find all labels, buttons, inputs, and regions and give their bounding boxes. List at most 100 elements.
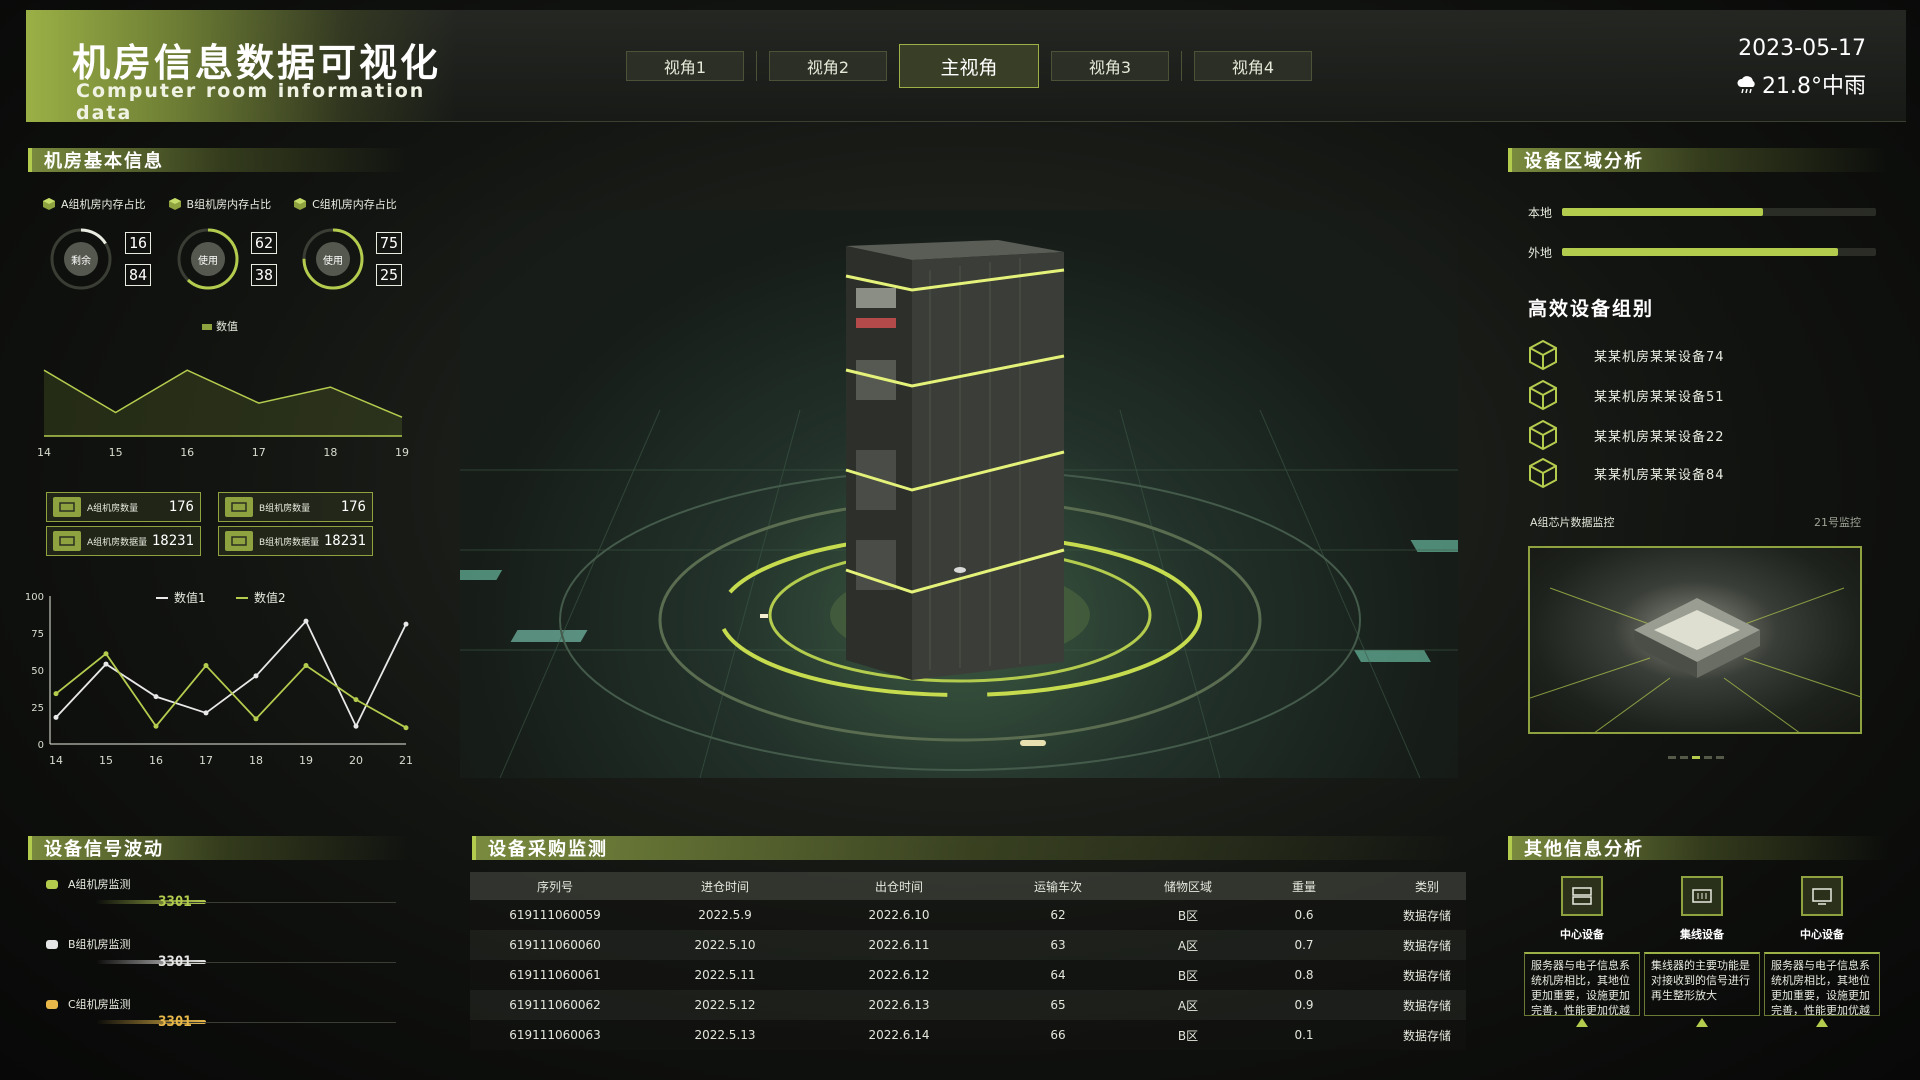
- data-point: [403, 725, 409, 731]
- carousel-dot[interactable]: [1716, 756, 1724, 759]
- tab-view-2[interactable]: 视角2: [769, 51, 887, 81]
- section-other-title: 其他信息分析: [1508, 836, 1888, 860]
- date-display: 2023-05-17: [1738, 36, 1866, 61]
- cube-icon: [1529, 457, 1557, 489]
- x-tick-label: 14: [37, 446, 51, 459]
- table-cell: 0.6: [1294, 908, 1314, 922]
- legend-a: A组机房内存占比: [42, 196, 146, 212]
- tab-view-4[interactable]: 视角4: [1194, 51, 1312, 81]
- signal-c: C组机房监测 3301: [46, 996, 396, 1030]
- device-icon: [53, 497, 81, 517]
- table-cell: 2022.6.13: [868, 998, 930, 1012]
- table-cell: 619111060062: [509, 998, 601, 1012]
- table-row[interactable]: 619111060063 2022.5.13 2022.6.14 66 B区 0.1 数据存…: [470, 1020, 1466, 1050]
- ring-c-top: 75: [376, 232, 402, 254]
- memory-ring: 剩余: [48, 226, 114, 292]
- cloud-rain-icon: [1737, 76, 1755, 94]
- cube-icon: [1529, 339, 1557, 371]
- data-point: [353, 723, 359, 729]
- column-header: 重量: [1291, 879, 1316, 894]
- table-cell: 2022.5.11: [694, 968, 756, 982]
- list-item[interactable]: 某某机房某某设备74: [1526, 338, 1725, 372]
- section-basic-info-title: 机房基本信息: [28, 148, 408, 172]
- table-cell: 0.8: [1294, 968, 1314, 982]
- other-item[interactable]: 中心设备 服务器与电子信息系统机房相比，其地位更加重要，设施更加完善，性能更加优…: [1764, 876, 1880, 1027]
- tab-view-3[interactable]: 视角3: [1051, 51, 1169, 81]
- stat-a-data: A组机房数据量 18231: [46, 526, 201, 556]
- view-tabs: 视角1 视角2 主视角 视角3 视角4: [626, 44, 1312, 88]
- list-item[interactable]: 某某机房某某设备22: [1526, 418, 1725, 452]
- x-tick-label: 16: [149, 754, 163, 767]
- table-row[interactable]: 619111060060 2022.5.10 2022.6.11 63 A区 0.7 数据存…: [470, 930, 1466, 960]
- table-cell: 65: [1050, 998, 1066, 1012]
- carousel-dot[interactable]: [1680, 756, 1688, 759]
- carousel-dot[interactable]: [1668, 756, 1676, 759]
- stat-a-count: A组机房数量 176: [46, 492, 201, 522]
- carousel-dots[interactable]: [1668, 756, 1724, 759]
- list-item[interactable]: 某某机房某某设备51: [1526, 378, 1725, 412]
- carousel-dot[interactable]: [1704, 756, 1712, 759]
- server-rack-scene[interactable]: [460, 210, 1458, 778]
- signal-a: A组机房监测 3301: [46, 876, 396, 910]
- weather-text: 21.8°中雨: [1762, 74, 1866, 99]
- data-point: [203, 663, 209, 669]
- other-item[interactable]: 集线设备 集线器的主要功能是对接收到的信号进行再生整形放大: [1644, 876, 1760, 1027]
- tab-main-view[interactable]: 主视角: [899, 44, 1039, 88]
- table-cell: 2022.6.12: [868, 968, 930, 982]
- device-group-title: 高效设备组别: [1528, 298, 1655, 320]
- table-cell: 0.9: [1294, 998, 1314, 1012]
- data-point: [253, 673, 259, 679]
- table-cell: 619111060061: [509, 968, 601, 982]
- chip-monitor-id: 21号监控: [1814, 516, 1861, 529]
- memory-ring: 使用: [300, 226, 366, 292]
- area-fill: [44, 370, 402, 436]
- other-item[interactable]: 中心设备 服务器与电子信息系统机房相比，其地位更加重要，设施更加完善，性能更加优…: [1524, 876, 1640, 1027]
- carousel-dot[interactable]: [1692, 756, 1700, 759]
- tab-view-1[interactable]: 视角1: [626, 51, 744, 81]
- table-row[interactable]: 619111060062 2022.5.12 2022.6.13 65 A区 0.9 数据存…: [470, 990, 1466, 1020]
- tab-divider: [756, 51, 757, 81]
- table-cell: 0.1: [1294, 1028, 1314, 1042]
- ring-center-label: 使用: [191, 242, 225, 276]
- chip-monitor-image[interactable]: [1528, 546, 1862, 734]
- list-item[interactable]: 某某机房某某设备84: [1526, 456, 1725, 490]
- signal-track: [166, 902, 396, 903]
- section-procurement-title: 设备采购监测: [472, 836, 1462, 860]
- table-cell: A区: [1177, 998, 1199, 1013]
- legend-c: C组机房内存占比: [293, 196, 397, 212]
- table-cell: 2022.5.13: [694, 1028, 756, 1042]
- x-tick-label: 16: [180, 446, 194, 459]
- table-cell: 数据存储: [1402, 938, 1451, 953]
- table-cell: B区: [1177, 1028, 1199, 1043]
- hub-icon: [1681, 876, 1723, 916]
- table-cell: 数据存储: [1402, 968, 1451, 983]
- table-row[interactable]: 619111060059 2022.5.9 2022.6.10 62 B区 0.6 数据存储: [470, 900, 1466, 930]
- region-bar-local: [1562, 208, 1876, 216]
- region-fill: [1562, 208, 1763, 216]
- stat-b-count: B组机房数量 176: [218, 492, 373, 522]
- x-tick-label: 15: [109, 446, 123, 459]
- chip-monitor-label: A组芯片数据监控: [1530, 516, 1615, 529]
- table-cell: 数据存储: [1402, 908, 1451, 923]
- y-tick-label: 50: [31, 666, 44, 677]
- cube-icon: [168, 198, 181, 210]
- data-point: [153, 723, 159, 729]
- table-cell: 2022.5.10: [694, 938, 756, 952]
- ring-a-bottom: 84: [125, 264, 151, 286]
- ring-legend: A组机房内存占比 B组机房内存占比 C组机房内存占比: [42, 196, 397, 212]
- series-line-1: [55, 619, 407, 729]
- table-cell: 62: [1050, 908, 1066, 922]
- monitor-icon: [1801, 876, 1843, 916]
- table-cell: B区: [1177, 908, 1199, 923]
- memory-ring: 使用: [175, 226, 241, 292]
- y-tick-label: 25: [31, 703, 44, 714]
- data-point: [253, 716, 259, 722]
- caret-up-icon: [1696, 1018, 1708, 1027]
- table-cell: 数据存储: [1402, 1028, 1451, 1043]
- x-tick-label: 19: [299, 754, 313, 767]
- server-icon: [1561, 876, 1603, 916]
- caret-up-icon: [1576, 1018, 1588, 1027]
- legend-b: B组机房内存占比: [168, 196, 271, 212]
- table-cell: A区: [1177, 938, 1199, 953]
- table-row[interactable]: 619111060061 2022.5.11 2022.6.12 64 B区 0.8 数据存…: [470, 960, 1466, 990]
